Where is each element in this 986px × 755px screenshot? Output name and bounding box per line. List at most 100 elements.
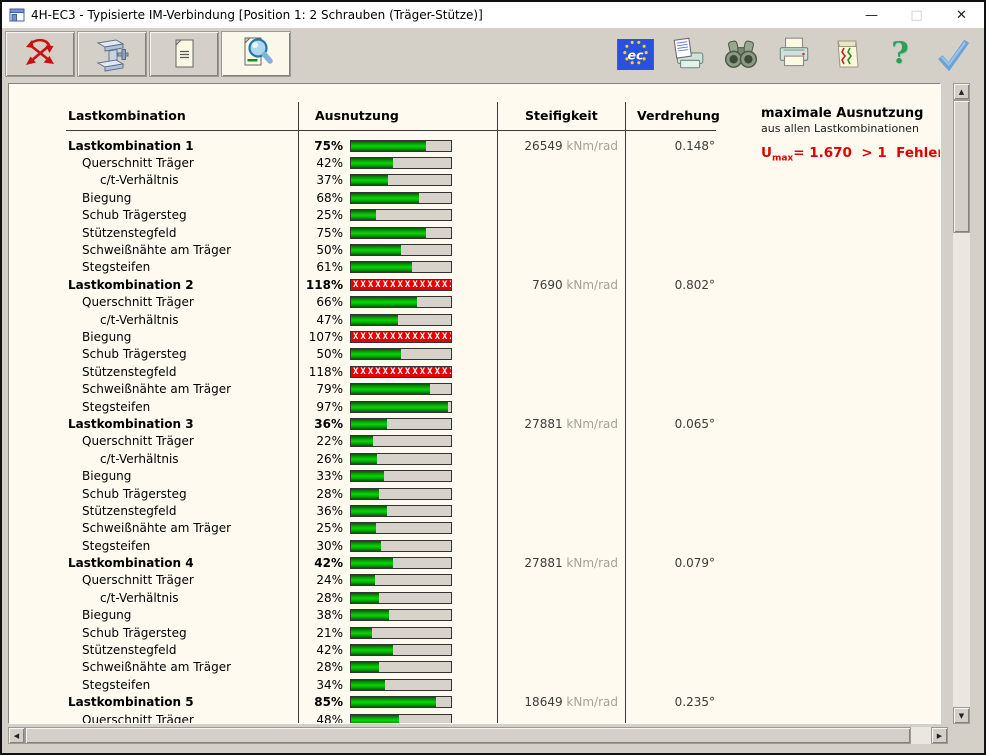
utilization-bar	[350, 522, 454, 534]
utilization-percent: 68%	[297, 191, 343, 205]
print-preview-button[interactable]	[221, 31, 291, 77]
max-utilization-subtitle: aus allen Lastkombinationen	[761, 122, 941, 135]
rotation-value: 0.235°	[618, 695, 715, 709]
check-label: Stützenstegfeld	[68, 504, 297, 518]
check-label: Biegung	[68, 330, 297, 344]
check-row: Schweißnähte am Träger50%	[68, 241, 940, 258]
combination-header-row: Lastkombination 336%27881 kNm/rad0.065°	[68, 415, 940, 432]
check-row: Stegsteifen61%	[68, 259, 940, 276]
notes-button[interactable]	[828, 34, 866, 74]
window-controls: — □ ✕	[849, 2, 984, 28]
utilization-percent: 26%	[297, 452, 343, 466]
bar-fill	[351, 349, 401, 359]
header-lastkombination: Lastkombination	[68, 108, 186, 123]
bar-track	[350, 383, 452, 395]
horizontal-scrollbar-thumb[interactable]	[25, 727, 911, 744]
scroll-left-button[interactable]: ◀	[8, 727, 25, 744]
bar-fill	[351, 593, 379, 603]
rotation-value: 0.079°	[618, 556, 715, 570]
utilization-bar: XXXXXXXXXXXXXXXX	[350, 331, 454, 343]
close-button[interactable]: ✕	[939, 2, 984, 28]
check-row: Stegsteifen34%	[68, 676, 940, 693]
utilization-bar	[350, 470, 454, 482]
bar-track	[350, 574, 452, 586]
check-row: Stützenstegfeld75%	[68, 224, 940, 241]
bar-fill	[351, 506, 387, 516]
check-label: Biegung	[68, 191, 297, 205]
check-row: Schweißnähte am Träger25%	[68, 520, 940, 537]
combination-name: Lastkombination 2	[68, 278, 297, 292]
check-label: Schub Trägersteg	[68, 347, 297, 361]
stiffness-value: 7690 kNm/rad	[454, 278, 618, 292]
check-label: Querschnitt Träger	[68, 156, 297, 170]
loads-icon	[22, 36, 58, 72]
vertical-scrollbar[interactable]: ▲ ▼	[953, 83, 970, 724]
bar-track	[350, 140, 452, 152]
bar-fill	[351, 454, 377, 464]
loads-button[interactable]	[5, 31, 75, 77]
utilization-percent: 42%	[297, 156, 343, 170]
print-document-button[interactable]	[669, 34, 707, 74]
stiffness-unit: kNm/rad	[563, 278, 618, 292]
bar-fill	[351, 645, 393, 655]
bar-track	[350, 661, 452, 673]
maximize-button[interactable]: □	[894, 2, 939, 28]
app-window: 4H-EC3 - Typisierte IM-Verbindung [Posit…	[0, 0, 986, 755]
bar-fill	[351, 471, 384, 481]
bar-fill	[351, 680, 385, 690]
utilization-percent: 42%	[297, 556, 343, 570]
utilization-percent: 75%	[297, 226, 343, 240]
scroll-right-button[interactable]: ▶	[931, 727, 948, 744]
utilization-percent: 75%	[297, 139, 343, 153]
horizontal-scrollbar[interactable]: ◀ ▶	[8, 727, 948, 744]
bar-fill	[351, 628, 372, 638]
bar-track	[350, 192, 452, 204]
utilization-percent: 22%	[297, 434, 343, 448]
help-button[interactable]: ?	[881, 34, 919, 74]
check-label: Biegung	[68, 469, 297, 483]
check-row: Stegsteifen97%	[68, 398, 940, 415]
check-row: c/t-Verhältnis47%	[68, 311, 940, 328]
document-icon	[166, 36, 202, 72]
minimize-button[interactable]: —	[849, 2, 894, 28]
printer-button[interactable]	[775, 34, 813, 74]
bar-fill	[351, 384, 430, 394]
utilization-percent: 36%	[297, 417, 343, 431]
check-label: Stützenstegfeld	[68, 643, 297, 657]
lastkombination-block: Lastkombination 585%18649 kNm/rad0.235°Q…	[68, 694, 940, 725]
confirm-button[interactable]	[934, 34, 972, 74]
utilization-bar	[350, 505, 454, 517]
toolbar: ec	[2, 28, 984, 80]
check-label: Schub Trägersteg	[68, 208, 297, 222]
steel-profile-icon	[93, 36, 131, 72]
check-label: c/t-Verhältnis	[68, 452, 297, 466]
bar-track	[350, 505, 452, 517]
bar-fill	[351, 697, 436, 707]
bar-fill	[351, 262, 412, 272]
utilization-percent: 42%	[297, 643, 343, 657]
bar-fill	[351, 158, 393, 168]
check-row: Querschnitt Träger66%	[68, 294, 940, 311]
utilization-bar	[350, 383, 454, 395]
scroll-down-button[interactable]: ▼	[953, 707, 970, 724]
bar-track	[350, 227, 452, 239]
check-label: Querschnitt Träger	[68, 713, 297, 724]
utilization-bar	[350, 209, 454, 221]
combination-header-row: Lastkombination 442%27881 kNm/rad0.079°	[68, 554, 940, 571]
steel-profile-button[interactable]	[77, 31, 147, 77]
bar-fill-error: XXXXXXXXXXXXXXXX	[351, 280, 451, 290]
utilization-bar: XXXXXXXXXXXXXXXX	[350, 366, 454, 378]
eurocode-button[interactable]: ec	[616, 34, 654, 74]
check-row: Stegsteifen30%	[68, 537, 940, 554]
search-binoculars-button[interactable]	[722, 34, 760, 74]
rotation-value: 0.065°	[618, 417, 715, 431]
vertical-scrollbar-thumb[interactable]	[953, 100, 970, 233]
toolbar-right-group: ec	[616, 32, 972, 76]
bar-fill	[351, 489, 379, 499]
utilization-percent: 48%	[297, 713, 343, 724]
bar-track	[350, 714, 452, 724]
document-button[interactable]	[149, 31, 219, 77]
scroll-up-button[interactable]: ▲	[953, 83, 970, 100]
bar-track: XXXXXXXXXXXXXXXX	[350, 366, 452, 378]
check-label: Stegsteifen	[68, 539, 297, 553]
